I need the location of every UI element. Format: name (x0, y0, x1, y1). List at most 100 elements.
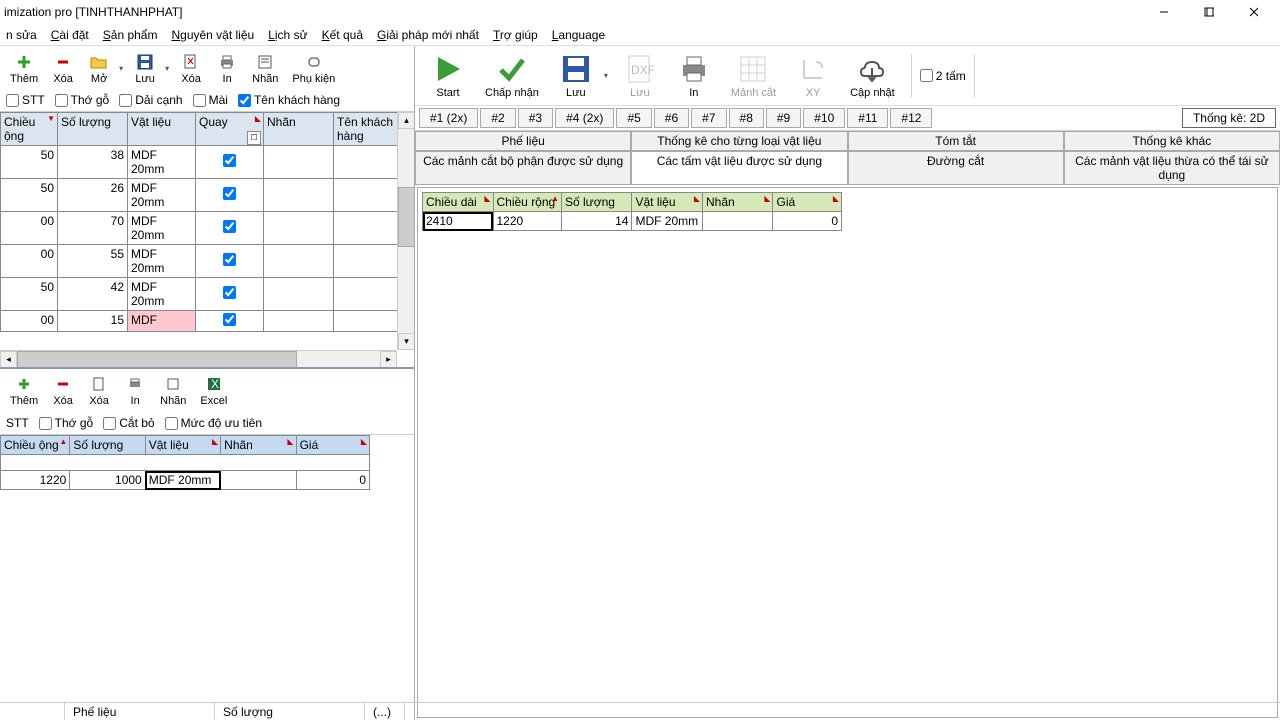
table-row[interactable]: 5026MDF 20mm (1, 179, 399, 212)
menu-result[interactable]: Kết quả (322, 28, 363, 42)
row-quay-chk[interactable] (223, 286, 236, 299)
table-row[interactable]: 0070MDF 20mm (1, 212, 399, 245)
chk-daicanh[interactable]: Dải cạnh (119, 93, 182, 107)
col-quay[interactable]: Quay◣☐ (196, 113, 264, 146)
open-button[interactable]: Mở (82, 50, 116, 87)
table-row[interactable]: 2410 1220 14 MDF 20mm 0 (423, 212, 842, 231)
menu-solution[interactable]: Giải pháp mới nhất (377, 28, 479, 42)
save2-button[interactable]: Lưu (551, 50, 601, 101)
tab-1[interactable]: #1 (2x) (419, 108, 478, 128)
col3-chieudai[interactable]: Chiều dài◣ (423, 193, 494, 212)
subtab-reusable[interactable]: Các mảnh vật liệu thừa có thể tái sử dụn… (1064, 151, 1280, 184)
subtab-waste[interactable]: Phế liệu (415, 131, 631, 150)
col2-nhan[interactable]: Nhãn◣ (221, 436, 296, 455)
menu-edit[interactable]: n sửa (6, 28, 37, 42)
table-row[interactable]: 0055MDF 20mm (1, 245, 399, 278)
subtab-material-stats[interactable]: Thống kê cho từng loại vật liệu (631, 131, 847, 150)
subtab-other[interactable]: Thống kê khác (1064, 131, 1280, 150)
subtab-summary[interactable]: Tóm tắt (848, 131, 1064, 150)
label-button[interactable]: Nhãn (246, 50, 284, 87)
subtab-sheets-used[interactable]: Các tấm vật liệu được sử dụng (631, 151, 847, 184)
tab-4[interactable]: #4 (2x) (555, 108, 614, 128)
print-button[interactable]: In (210, 50, 244, 87)
row-quay-chk[interactable] (223, 187, 236, 200)
minimize-button[interactable] (1141, 0, 1186, 24)
chk-mai[interactable]: Mài (193, 93, 228, 107)
open-dropdown[interactable]: ▾ (116, 59, 126, 79)
add2-button[interactable]: Thêm (4, 372, 44, 409)
xy-button[interactable]: XY (788, 50, 838, 101)
tab-5[interactable]: #5 (616, 108, 651, 128)
subtab-cutline[interactable]: Đường cắt (848, 151, 1064, 184)
save-button[interactable]: Lưu (128, 50, 162, 87)
tab-3[interactable]: #3 (518, 108, 553, 128)
col-tenkh[interactable]: Tên khách hàng (334, 113, 399, 146)
col3-chieurong[interactable]: Chiều rộng▲ (493, 193, 561, 212)
table-row[interactable]: 1220 1000 MDF 20mm 0 (1, 471, 370, 490)
accept-button[interactable]: Chấp nhận (477, 50, 547, 101)
close-button[interactable] (1231, 0, 1276, 24)
menu-history[interactable]: Lịch sử (268, 28, 307, 42)
tab-11[interactable]: #11 (847, 108, 888, 128)
col3-soluong[interactable]: Số lượng (561, 193, 632, 212)
menu-help[interactable]: Trợ giúp (493, 28, 538, 42)
tab-7[interactable]: #7 (691, 108, 726, 128)
clear2-button[interactable]: Xóa (82, 372, 116, 409)
tab-9[interactable]: #9 (766, 108, 801, 128)
table-row[interactable]: 0015MDF (1, 311, 399, 332)
update-button[interactable]: Cập nhật (842, 50, 903, 101)
print2-button[interactable]: In (118, 372, 152, 409)
delete-button[interactable]: Xóa (46, 50, 80, 87)
print3-button[interactable]: In (669, 50, 719, 101)
menu-product[interactable]: Sản phẩm (103, 28, 158, 42)
menu-language[interactable]: Language (552, 28, 605, 42)
col2-soluong[interactable]: Số lượng (70, 436, 145, 455)
save-dropdown[interactable]: ▾ (162, 59, 172, 79)
grid1-hscroll[interactable]: ◂ ▸ (0, 350, 397, 367)
table-row[interactable]: 5038MDF 20mm (1, 146, 399, 179)
menu-material[interactable]: Nguyên vật liệu (171, 28, 254, 42)
chk2-catbo[interactable]: Cắt bỏ (103, 416, 154, 430)
tab-stats[interactable]: Thống kê: 2D (1182, 108, 1276, 128)
delete2-button[interactable]: Xóa (46, 372, 80, 409)
piece-button[interactable]: Mảnh cắt (723, 50, 784, 101)
save-dxf-button[interactable]: DXF Lưu (615, 50, 665, 101)
quay-filter[interactable]: ☐ (247, 131, 261, 145)
parts-grid[interactable]: Chiều ộng▼ Số lượng Vật liệu Quay◣☐ Nhãn… (0, 112, 399, 332)
tab-8[interactable]: #8 (729, 108, 764, 128)
stock-grid[interactable]: Chiều ộng▲ Số lượng Vật liệu◣ Nhãn◣ Giá◣… (0, 435, 370, 490)
maximize-button[interactable] (1186, 0, 1231, 24)
chk2-mucdo[interactable]: Mức độ ưu tiên (165, 416, 262, 430)
chk2-thogo[interactable]: Thớ gỗ (39, 416, 94, 430)
col3-gia[interactable]: Giá◣ (773, 193, 842, 212)
row-quay-chk[interactable] (223, 253, 236, 266)
col-vatlieu[interactable]: Vật liệu (128, 113, 196, 146)
menu-settings[interactable]: Cài đặt (51, 28, 89, 42)
accessory-button[interactable]: Phụ kiện (286, 50, 341, 87)
col2-chieu[interactable]: Chiều ộng▲ (1, 436, 70, 455)
tab-12[interactable]: #12 (890, 108, 932, 128)
stats-grid[interactable]: Chiều dài◣ Chiều rộng▲ Số lượng Vật liệu… (422, 192, 842, 231)
row-quay-chk[interactable] (223, 154, 236, 167)
tab-2[interactable]: #2 (480, 108, 515, 128)
col-chieu[interactable]: Chiều ộng▼ (1, 113, 58, 146)
add-button[interactable]: Thêm (4, 50, 44, 87)
chk-tenkh[interactable]: Tên khách hàng (238, 93, 340, 107)
col2-vatlieu[interactable]: Vật liệu◣ (145, 436, 220, 455)
save2-dropdown[interactable]: ▾ (601, 66, 611, 86)
chk-thogo[interactable]: Thớ gỗ (55, 93, 110, 107)
col-nhan[interactable]: Nhãn (264, 113, 334, 146)
col-soluong[interactable]: Số lượng (58, 113, 128, 146)
col3-nhan[interactable]: Nhãn◣ (702, 193, 773, 212)
chk-stt[interactable]: STT (6, 93, 45, 107)
start-button[interactable]: Start (423, 50, 473, 101)
subtab-parts-used[interactable]: Các mảnh cắt bộ phận được sử dụng (415, 151, 631, 184)
col2-gia[interactable]: Giá◣ (296, 436, 369, 455)
label2-button[interactable]: Nhãn (154, 372, 192, 409)
col3-vatlieu[interactable]: Vật liệu◣ (632, 193, 703, 212)
excel-button[interactable]: XExcel (194, 372, 233, 409)
grid1-vscroll[interactable]: ▴ ▾ (397, 112, 414, 350)
clear-button[interactable]: Xóa (174, 50, 208, 87)
row-quay-chk[interactable] (223, 313, 236, 326)
tab-10[interactable]: #10 (803, 108, 845, 128)
